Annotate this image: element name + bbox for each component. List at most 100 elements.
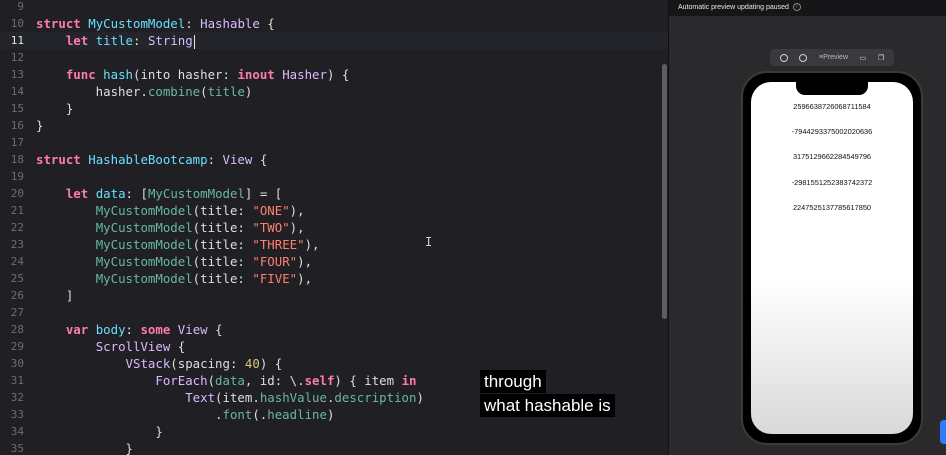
- floating-button-edge[interactable]: [940, 420, 946, 444]
- code-text[interactable]: struct MyCustomModel: Hashable {: [36, 15, 275, 32]
- code-text[interactable]: }: [36, 117, 43, 134]
- code-text[interactable]: .font(.headline): [36, 406, 334, 423]
- hash-value-text: 3175129662284549796: [792, 152, 872, 161]
- code-text[interactable]: Text(item.hashValue.description): [36, 389, 424, 406]
- code-line[interactable]: 24 MyCustomModel(title: "FOUR"),: [0, 253, 668, 270]
- code-line[interactable]: 29 ScrollView {: [0, 338, 668, 355]
- code-line[interactable]: 12: [0, 49, 668, 66]
- code-line[interactable]: 9: [0, 0, 668, 15]
- device-screen[interactable]: 2596638726068711584 -7944293375002020636…: [751, 82, 913, 434]
- code-token: View: [222, 152, 253, 167]
- code-text[interactable]: VStack(spacing: 40) {: [36, 355, 283, 372]
- line-number: 14: [10, 85, 24, 98]
- code-line[interactable]: 15 }: [0, 100, 668, 117]
- code-line[interactable]: 10 struct MyCustomModel: Hashable {: [0, 15, 668, 32]
- code-token: hasher.: [36, 84, 148, 99]
- code-text[interactable]: MyCustomModel(title: "THREE"),: [36, 236, 320, 253]
- code-editor[interactable]: 9 10 struct MyCustomModel: Hashable {11 le…: [0, 0, 668, 455]
- device-settings-button[interactable]: ▭: [860, 54, 867, 62]
- code-text[interactable]: }: [36, 423, 162, 440]
- code-text[interactable]: let data: [MyCustomModel] = [: [36, 185, 282, 202]
- code-text[interactable]: }: [36, 100, 73, 117]
- code-line[interactable]: 11 let title: String: [0, 32, 668, 49]
- inspect-button[interactable]: [799, 53, 808, 62]
- code-line[interactable]: 23 MyCustomModel(title: "THREE"),: [0, 236, 668, 253]
- duplicate-preview-button[interactable]: ❐: [878, 54, 884, 62]
- code-text[interactable]: var body: some View {: [36, 321, 223, 338]
- hash-value-text: -2981551252383742372: [791, 178, 873, 187]
- code-line[interactable]: 22 MyCustomModel(title: "TWO"),: [0, 219, 668, 236]
- code-token: struct: [36, 152, 81, 167]
- code-token: (title:: [192, 203, 253, 218]
- code-line[interactable]: 21 MyCustomModel(title: "ONE"),: [0, 202, 668, 219]
- code-text[interactable]: MyCustomModel(title: "FOUR"),: [36, 253, 312, 270]
- code-line[interactable]: 14 hasher.combine(title): [0, 83, 668, 100]
- code-token: body: [95, 322, 126, 337]
- code-token: MyCustomModel: [95, 254, 193, 269]
- code-text[interactable]: struct HashableBootcamp: View {: [36, 151, 267, 168]
- code-text[interactable]: MyCustomModel(title: "ONE"),: [36, 202, 305, 219]
- code-line[interactable]: 16}: [0, 117, 668, 134]
- code-line[interactable]: 26 ]: [0, 287, 668, 304]
- code-text[interactable]: MyCustomModel(title: "FIVE"),: [36, 270, 312, 287]
- info-icon[interactable]: i: [792, 3, 801, 12]
- code-line[interactable]: 20 let data: [MyCustomModel] = [: [0, 185, 668, 202]
- code-text[interactable]: ForEach(data, id: \.self) { item in: [36, 372, 416, 389]
- code-text[interactable]: ScrollView {: [36, 338, 186, 355]
- code-text[interactable]: }: [36, 440, 133, 455]
- line-number: 35: [10, 442, 24, 455]
- device-notch: [796, 82, 868, 95]
- code-token: MyCustomModel: [95, 203, 193, 218]
- code-line[interactable]: 17: [0, 134, 668, 151]
- code-line[interactable]: 25 MyCustomModel(title: "FIVE"),: [0, 270, 668, 287]
- code-text[interactable]: hasher.combine(title): [36, 83, 253, 100]
- code-token: ) {: [259, 356, 283, 371]
- line-number: 16: [10, 119, 24, 132]
- preview-canvas[interactable]: Automatic preview updating paused i ≡ Pre…: [668, 0, 946, 455]
- code-line[interactable]: 13 func hash(into hasher: inout Hasher) …: [0, 66, 668, 83]
- code-line[interactable]: 19: [0, 168, 668, 185]
- line-number: 26: [10, 289, 24, 302]
- code-text[interactable]: ]: [36, 287, 73, 304]
- code-token: hash: [103, 67, 133, 82]
- code-token: "ONE": [252, 203, 290, 218]
- line-number: 28: [10, 323, 24, 336]
- live-preview-button[interactable]: [779, 53, 788, 62]
- line-number: 15: [10, 102, 24, 115]
- code-token: data: [95, 186, 126, 201]
- code-line[interactable]: 18 struct HashableBootcamp: View {: [0, 151, 668, 168]
- code-token: ] = [: [244, 186, 283, 201]
- code-line[interactable]: 34 }: [0, 423, 668, 440]
- editor-scrollbar[interactable]: [662, 64, 667, 319]
- line-number: 32: [10, 391, 24, 404]
- code-token: ),: [304, 237, 320, 252]
- preview-label: Preview: [823, 54, 849, 61]
- code-text[interactable]: MyCustomModel(title: "TWO"),: [36, 219, 305, 236]
- code-line[interactable]: 35 }: [0, 440, 668, 455]
- code-token: ): [326, 407, 335, 422]
- code-token: (title:: [192, 254, 253, 269]
- code-text[interactable]: func hash(into hasher: inout Hasher) {: [36, 66, 350, 83]
- code-token: ),: [289, 220, 305, 235]
- code-token: "THREE": [252, 237, 305, 252]
- code-token: ScrollView: [95, 339, 171, 354]
- code-line[interactable]: 31 ForEach(data, id: \.self) { item in: [0, 372, 668, 389]
- code-token: (into hasher:: [133, 67, 238, 82]
- code-line[interactable]: 30 VStack(spacing: 40) {: [0, 355, 668, 372]
- code-line[interactable]: 27: [0, 304, 668, 321]
- code-text[interactable]: let title: String: [36, 32, 195, 49]
- code-token: hashValue: [259, 390, 327, 405]
- code-line[interactable]: 28 var body: some View {: [0, 321, 668, 338]
- preview-settings-button[interactable]: ≡ Preview: [819, 54, 848, 61]
- duplicate-icon: ❐: [877, 54, 885, 62]
- code-token: :: [133, 33, 148, 48]
- code-token: ) { item: [334, 373, 402, 388]
